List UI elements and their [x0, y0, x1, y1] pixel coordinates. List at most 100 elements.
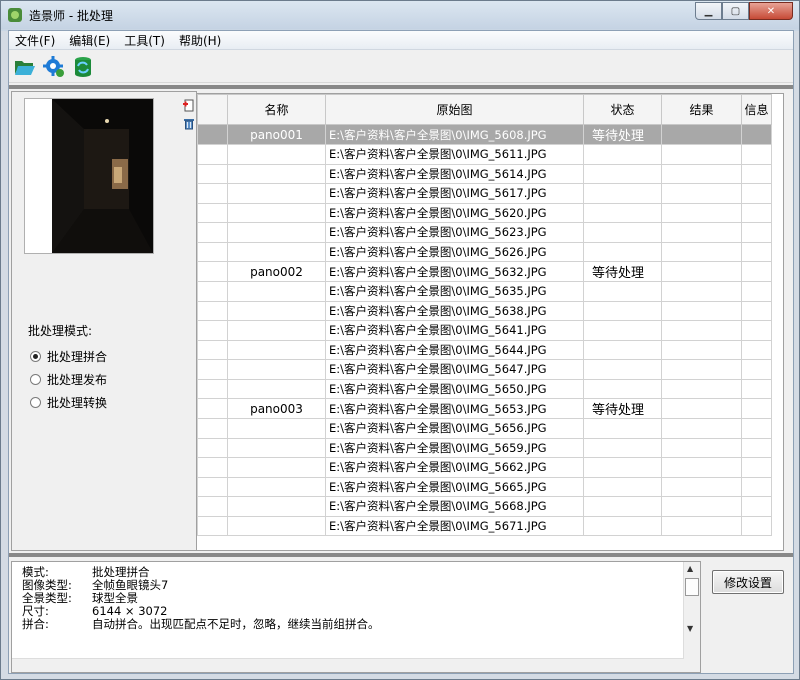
cell-index	[197, 281, 228, 302]
scroll-down-icon[interactable]: ▼	[687, 624, 693, 633]
top-splitter[interactable]	[9, 85, 793, 89]
bottom-splitter[interactable]	[9, 553, 793, 557]
close-button[interactable]: ✕	[749, 2, 793, 20]
cell-status	[583, 496, 662, 517]
col-header-status[interactable]: 状态	[583, 94, 662, 125]
cell-name	[227, 457, 326, 478]
table-row[interactable]: E:\客户资料\客户全景图\0\IMG_5626.JPG	[197, 241, 772, 262]
col-header-info[interactable]: 信息	[741, 94, 772, 125]
info-horizontal-scrollbar[interactable]	[12, 658, 684, 672]
table-row[interactable]: E:\客户资料\客户全景图\0\IMG_5635.JPG	[197, 281, 772, 302]
cell-index	[197, 183, 228, 204]
table-row[interactable]: E:\客户资料\客户全景图\0\IMG_5650.JPG	[197, 378, 772, 399]
cell-name	[227, 183, 326, 204]
cell-status	[583, 183, 662, 204]
cell-index	[197, 124, 228, 145]
modify-settings-button[interactable]: 修改设置	[712, 570, 784, 594]
cell-result	[661, 281, 742, 302]
cell-index	[197, 261, 228, 282]
radio-label: 批处理发布	[47, 373, 108, 387]
cell-info	[741, 163, 772, 184]
table-row[interactable]: E:\客户资料\客户全景图\0\IMG_5611.JPG	[197, 144, 772, 165]
radio-button-selected[interactable]	[30, 351, 41, 362]
cell-source-path: E:\客户资料\客户全景图\0\IMG_5617.JPG	[325, 183, 584, 204]
cell-source-path: E:\客户资料\客户全景图\0\IMG_5671.JPG	[325, 515, 584, 536]
table-row[interactable]: E:\客户资料\客户全景图\0\IMG_5614.JPG	[197, 163, 772, 184]
info-vertical-scrollbar[interactable]: ▲ ▼	[683, 562, 700, 672]
cell-status	[583, 163, 662, 184]
settings-button[interactable]	[42, 55, 66, 79]
database-button[interactable]	[71, 55, 95, 79]
table-row[interactable]: pano002 E:\客户资料\客户全景图\0\IMG_5632.JPG 等待处理	[197, 261, 772, 282]
maximize-button[interactable]: ▢	[722, 2, 749, 20]
open-folder-button[interactable]	[13, 55, 37, 79]
info-value: 6144 × 3072	[92, 604, 168, 618]
table-row[interactable]: E:\客户资料\客户全景图\0\IMG_5659.JPG	[197, 437, 772, 458]
table-row[interactable]: E:\客户资料\客户全景图\0\IMG_5623.JPG	[197, 222, 772, 243]
menu-file[interactable]: 文件(F)	[15, 32, 55, 49]
cell-source-path: E:\客户资料\客户全景图\0\IMG_5650.JPG	[325, 378, 584, 399]
cell-status	[583, 300, 662, 321]
menu-edit[interactable]: 编辑(E)	[69, 32, 110, 49]
cell-name: pano001	[227, 124, 326, 145]
col-header-result[interactable]: 结果	[661, 94, 742, 125]
table-row[interactable]: E:\客户资料\客户全景图\0\IMG_5644.JPG	[197, 339, 772, 360]
cell-source-path: E:\客户资料\客户全景图\0\IMG_5659.JPG	[325, 437, 584, 458]
app-window: 造景师 - 批处理 ▁ ▢ ✕ 文件(F) 编辑(E) 工具(T) 帮助(H)	[0, 0, 800, 680]
col-header-source[interactable]: 原始图	[325, 94, 584, 125]
radio-batch-stitch[interactable]: 批处理拼合	[30, 348, 107, 365]
cell-result	[661, 202, 742, 223]
cell-index	[197, 144, 228, 165]
table-row[interactable]: E:\客户资料\客户全景图\0\IMG_5671.JPG	[197, 515, 772, 536]
cell-info	[741, 261, 772, 282]
col-header-name[interactable]: 名称	[227, 94, 326, 125]
cell-status	[583, 144, 662, 165]
cell-result	[661, 339, 742, 360]
table-row[interactable]: pano001 E:\客户资料\客户全景图\0\IMG_5608.JPG 等待处理	[197, 124, 772, 145]
minimize-button[interactable]: ▁	[695, 2, 722, 20]
table-row[interactable]: E:\客户资料\客户全景图\0\IMG_5662.JPG	[197, 457, 772, 478]
cell-index	[197, 300, 228, 321]
cell-info	[741, 222, 772, 243]
left-panel: 批处理模式: 批处理拼合 批处理发布 批处理转换	[11, 91, 197, 551]
cell-index	[197, 241, 228, 262]
info-value: 自动拼合。出现匹配点不足时，忽略，继续当前组拼合。	[92, 617, 380, 631]
cell-index	[197, 457, 228, 478]
radio-button[interactable]	[30, 374, 41, 385]
menu-help[interactable]: 帮助(H)	[179, 32, 221, 49]
table-row[interactable]: E:\客户资料\客户全景图\0\IMG_5641.JPG	[197, 320, 772, 341]
table-row[interactable]: E:\客户资料\客户全景图\0\IMG_5668.JPG	[197, 496, 772, 517]
cell-info	[741, 437, 772, 458]
cell-source-path: E:\客户资料\客户全景图\0\IMG_5632.JPG	[325, 261, 584, 282]
scroll-thumb[interactable]	[685, 578, 699, 596]
col-header-index[interactable]	[197, 94, 228, 125]
radio-batch-convert[interactable]: 批处理转换	[30, 394, 107, 411]
cell-info	[741, 496, 772, 517]
table-row[interactable]: E:\客户资料\客户全景图\0\IMG_5647.JPG	[197, 359, 772, 380]
title-bar[interactable]: 造景师 - 批处理 ▁ ▢ ✕	[1, 1, 799, 29]
cell-index	[197, 496, 228, 517]
table-row[interactable]: E:\客户资料\客户全景图\0\IMG_5617.JPG	[197, 183, 772, 204]
table-row[interactable]: E:\客户资料\客户全景图\0\IMG_5665.JPG	[197, 476, 772, 497]
table-row[interactable]: E:\客户资料\客户全景图\0\IMG_5620.JPG	[197, 202, 772, 223]
table-row[interactable]: pano003 E:\客户资料\客户全景图\0\IMG_5653.JPG 等待处理	[197, 398, 772, 419]
cell-info	[741, 241, 772, 262]
cell-result	[661, 378, 742, 399]
cell-info	[741, 300, 772, 321]
cell-info	[741, 418, 772, 439]
cell-index	[197, 339, 228, 360]
table-row[interactable]: E:\客户资料\客户全景图\0\IMG_5638.JPG	[197, 300, 772, 321]
table-body: pano001 E:\客户资料\客户全景图\0\IMG_5608.JPG 等待处理 E…	[197, 124, 772, 536]
radio-label: 批处理转换	[47, 396, 108, 410]
toolbar	[9, 51, 793, 83]
table-row[interactable]: E:\客户资料\客户全景图\0\IMG_5656.JPG	[197, 418, 772, 439]
radio-batch-publish[interactable]: 批处理发布	[30, 371, 107, 388]
scroll-up-icon[interactable]: ▲	[687, 564, 693, 573]
trash-icon	[184, 118, 194, 129]
radio-button[interactable]	[30, 397, 41, 408]
cell-name	[227, 496, 326, 517]
menu-tools[interactable]: 工具(T)	[124, 32, 165, 49]
delete-item-button[interactable]	[182, 116, 196, 130]
cell-name	[227, 476, 326, 497]
add-item-button[interactable]	[182, 98, 196, 112]
